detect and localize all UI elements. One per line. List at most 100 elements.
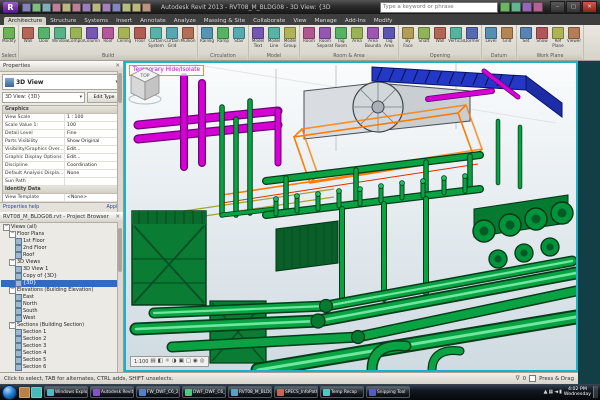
taskbar-item-autodesk-revit-2013[interactable]: Autodesk Revit 2013: [90, 386, 134, 398]
thin-lines-icon[interactable]: [142, 3, 151, 12]
tab-annotate[interactable]: Annotate: [136, 17, 170, 25]
collapse-icon[interactable]: −: [3, 224, 10, 231]
air-handler-duct[interactable]: [304, 82, 470, 139]
tree-item-2nd-floor[interactable]: 2nd Floor: [1, 245, 123, 252]
property-value[interactable]: Edit...: [65, 146, 120, 153]
ribbon-button-ramp[interactable]: Ramp: [215, 26, 231, 44]
ribbon-button-room-separator[interactable]: Room Separator: [317, 26, 333, 48]
tab-add-ins[interactable]: Add-Ins: [341, 17, 370, 25]
tab-insert[interactable]: Insert: [112, 17, 136, 25]
ribbon-button-ceiling[interactable]: Ceiling: [116, 26, 132, 44]
ribbon-button-mullion[interactable]: Mullion: [180, 26, 196, 44]
ribbon-button-area[interactable]: Area: [349, 26, 365, 44]
up-arrow-icon[interactable]: ▲: [544, 389, 548, 395]
tab-collaborate[interactable]: Collaborate: [249, 17, 289, 25]
property-row[interactable]: Visibility/Graphics Over...Edit...: [3, 146, 120, 154]
taskbar-item-rvt08-m-bldg08[interactable]: RVT08_M_BLDG08: [228, 386, 272, 398]
ribbon-button-set[interactable]: Set: [518, 26, 534, 44]
property-value[interactable]: Fine: [65, 130, 120, 137]
taskbar-item-specs-infopath[interactable]: SPECS_InfoPath: [274, 386, 318, 398]
ribbon-button-model-group[interactable]: Model Group: [282, 26, 298, 48]
press-drag-checkbox[interactable]: [529, 375, 536, 382]
start-button[interactable]: [2, 385, 17, 400]
type-selector[interactable]: 3D View ▾: [2, 74, 121, 90]
tree-item-roof[interactable]: Roof: [1, 252, 123, 259]
tab-structure[interactable]: Structure: [46, 17, 80, 25]
dimension-icon[interactable]: [92, 3, 101, 12]
ribbon-button-tag-room[interactable]: Tag Room: [333, 26, 349, 48]
property-row[interactable]: Sun Path: [3, 178, 120, 186]
tree-item-3d-views[interactable]: −3D Views: [1, 259, 123, 266]
tab-analyze[interactable]: Analyze: [170, 17, 200, 25]
battery-icon[interactable]: ▮: [559, 389, 562, 395]
tree-item-section-4[interactable]: Section 4: [1, 350, 123, 357]
tree-item-south[interactable]: South: [1, 308, 123, 315]
network-icon[interactable]: ▦: [549, 389, 554, 395]
ribbon-button-tag-area[interactable]: Tag Area: [381, 26, 397, 48]
maximize-button[interactable]: ▢: [566, 1, 581, 13]
ribbon-button-room[interactable]: Room: [301, 26, 317, 44]
tree-item-views-all[interactable]: −Views (all): [1, 224, 123, 231]
help-icon[interactable]: [533, 2, 543, 12]
pipe-drums[interactable]: [473, 195, 573, 268]
ribbon-button-ref-plane[interactable]: Ref Plane: [550, 26, 566, 48]
sync-icon[interactable]: [42, 3, 51, 12]
property-value[interactable]: None: [65, 170, 120, 177]
property-row[interactable]: Graphic Display OptionsEdit...: [3, 154, 120, 162]
ribbon-button-area-boundary[interactable]: Area Boundary: [365, 26, 381, 48]
save-icon[interactable]: [32, 3, 41, 12]
tree-item-section-3[interactable]: Section 3: [1, 343, 123, 350]
tree-item-floor-plans[interactable]: −Floor Plans: [1, 231, 123, 238]
project-browser-scrollbar[interactable]: [117, 222, 123, 372]
tree-item-copy-of-3d[interactable]: Copy of {3D}: [1, 273, 123, 280]
property-row[interactable]: DisciplineCoordination: [3, 162, 120, 170]
text-icon[interactable]: [112, 3, 121, 12]
viewcube[interactable]: TOP: [126, 63, 164, 107]
taskbar-item-dwf-dwf-c6-2-rvt[interactable]: DWF_DWF_C6_2_RVT: [182, 386, 226, 398]
tree-item-section-6[interactable]: Section 6: [1, 364, 123, 371]
instance-selector[interactable]: 3D View: {3D} ▾: [2, 92, 85, 103]
equipment-box[interactable]: [276, 221, 338, 271]
ribbon-button-vertical[interactable]: Vertical: [448, 26, 464, 44]
property-row[interactable]: View Template<None>: [3, 194, 120, 202]
temporary-hide-isolate-icon[interactable]: ◉: [193, 357, 198, 366]
ribbon-button-shaft[interactable]: Shaft: [416, 26, 432, 44]
ribbon-button-door[interactable]: Door: [36, 26, 52, 44]
print-icon[interactable]: [72, 3, 81, 12]
tree-item-section-2[interactable]: Section 2: [1, 336, 123, 343]
properties-scrollbar[interactable]: [117, 71, 123, 212]
tab-systems[interactable]: Systems: [80, 17, 112, 25]
undo-icon[interactable]: [52, 3, 61, 12]
crop-view-icon[interactable]: ▣: [179, 357, 184, 366]
show-desktop-button[interactable]: [593, 386, 598, 398]
cooling-tower[interactable]: [132, 211, 206, 305]
tab-view[interactable]: View: [289, 17, 310, 25]
close-button[interactable]: ✕: [582, 1, 597, 13]
taskbar-item-snipping-tool[interactable]: Snipping Tool: [366, 386, 410, 398]
search-input[interactable]: [380, 2, 498, 13]
edit-type-button[interactable]: Edit Type: [87, 92, 121, 103]
default-3d-view-icon[interactable]: [122, 3, 131, 12]
ribbon-button-dormer[interactable]: Dormer: [464, 26, 480, 44]
section-icon[interactable]: [132, 3, 141, 12]
collapse-icon[interactable]: −: [9, 231, 16, 238]
tree-item-sections-building-section[interactable]: −Sections (Building Section): [1, 322, 123, 329]
redo-icon[interactable]: [62, 3, 71, 12]
ribbon-button-column[interactable]: Column: [84, 26, 100, 44]
property-value[interactable]: Edit...: [65, 154, 120, 161]
shadows-icon[interactable]: ◑: [172, 357, 177, 366]
property-row[interactable]: Detail LevelFine: [3, 130, 120, 138]
model-3d-view[interactable]: [126, 63, 576, 370]
application-menu-button[interactable]: R: [3, 2, 18, 13]
tree-item-3d[interactable]: {3D}: [1, 280, 123, 287]
tree-item-3d-view-1[interactable]: 3D View 1: [1, 266, 123, 273]
property-value[interactable]: [65, 178, 120, 185]
ribbon-button-model-line[interactable]: Model Line: [266, 26, 282, 48]
volume-icon[interactable]: ◄: [554, 389, 558, 395]
tree-item-north[interactable]: North: [1, 301, 123, 308]
property-value[interactable]: 1 : 100: [65, 114, 120, 121]
tag-icon[interactable]: [102, 3, 111, 12]
communication-center-icon[interactable]: [511, 2, 521, 12]
ribbon-button-curtain-system[interactable]: Curtain System: [148, 26, 164, 48]
ribbon-button-wall[interactable]: Wall: [20, 26, 36, 44]
